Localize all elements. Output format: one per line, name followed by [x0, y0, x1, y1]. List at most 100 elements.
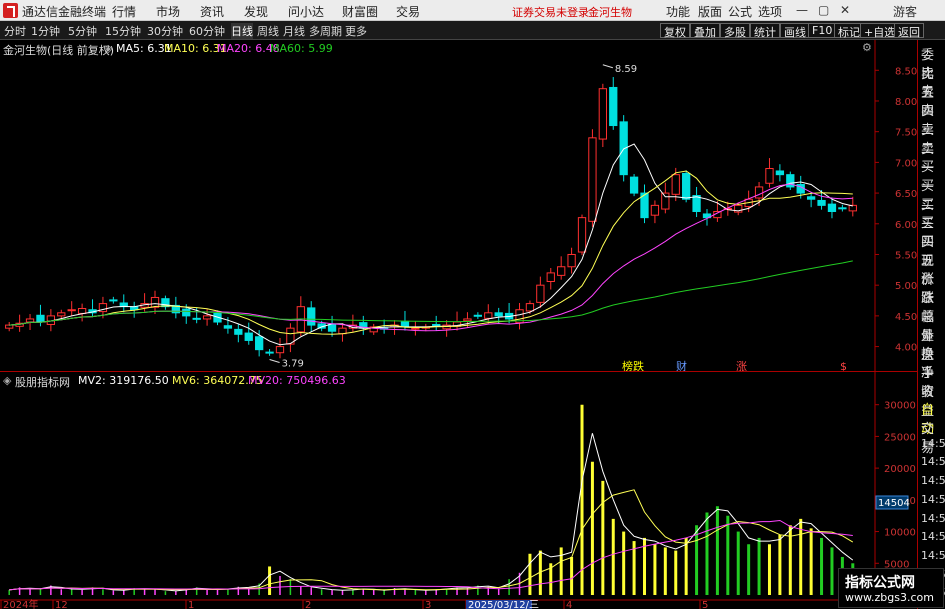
- watermark-url: www.zbgs3.com: [845, 591, 934, 604]
- tool-multi[interactable]: 多股: [720, 23, 750, 39]
- watermark: 指标公式网 www.zbgs3.com: [838, 568, 944, 608]
- price-tick-label: 7.50: [895, 128, 917, 139]
- mv2-line: [9, 433, 854, 592]
- price-tick-label: 5.50: [895, 250, 917, 261]
- candle-body: [275, 346, 285, 354]
- menu-discover[interactable]: 发现: [244, 3, 268, 20]
- period-5min[interactable]: 5分钟: [68, 23, 97, 39]
- volume-legend: ◈ 股朋指标网 MV2: 319176.50 MV6: 364072.75 MV…: [0, 373, 917, 389]
- candle-body: [827, 203, 837, 213]
- menu-market2[interactable]: 市场: [156, 3, 180, 20]
- tool-adjust[interactable]: 复权: [660, 23, 690, 39]
- tool-f10[interactable]: F10: [808, 23, 837, 38]
- candle-body: [567, 253, 576, 268]
- menu-market[interactable]: 行情: [112, 3, 136, 20]
- volume-panel-title: 股朋指标网: [15, 376, 70, 389]
- candle-body: [525, 303, 535, 312]
- price-tick-label: 4.50: [895, 312, 917, 323]
- menu-wealth[interactable]: 财富圈: [342, 3, 378, 20]
- candle-body: [494, 312, 503, 317]
- minimize-icon[interactable]: —: [796, 3, 808, 17]
- period-30min[interactable]: 30分钟: [147, 23, 183, 39]
- mv20-label: MV20: 750496.63: [248, 374, 346, 387]
- candle-body: [671, 174, 680, 195]
- tool-draw[interactable]: 画线: [780, 23, 810, 39]
- period-more[interactable]: 更多: [345, 23, 367, 39]
- low-marker: [269, 358, 280, 363]
- price-tick-label: 4.00: [895, 343, 917, 354]
- candle-body: [400, 320, 410, 327]
- price-tick-label: 6.00: [895, 220, 917, 231]
- candle-body: [327, 323, 337, 332]
- tool-stats[interactable]: 统计: [750, 23, 780, 39]
- menu-news[interactable]: 资讯: [200, 3, 224, 20]
- high-marker: [602, 64, 613, 69]
- x-axis-label: 5: [702, 600, 708, 609]
- side-item: 14:56: [921, 474, 945, 488]
- period-weekly[interactable]: 周线: [257, 23, 279, 39]
- candle-body: [57, 312, 66, 317]
- candle-body: [598, 88, 607, 140]
- menu-function[interactable]: 功能: [666, 3, 690, 20]
- candle-body: [109, 299, 118, 302]
- panel-divider[interactable]: [0, 371, 917, 372]
- menu-trade[interactable]: 交易: [396, 3, 420, 20]
- guest-label[interactable]: 游客: [893, 3, 917, 20]
- current-value-label: 14504: [878, 498, 910, 509]
- expand-icon[interactable]: ◈: [104, 42, 112, 55]
- x-axis-label: 2: [305, 600, 311, 609]
- menu-ask[interactable]: 问小达: [288, 3, 324, 20]
- expand-icon[interactable]: ◈: [3, 374, 11, 387]
- period-multi[interactable]: 多周期: [309, 23, 342, 39]
- price-tick-label: 8.00: [895, 97, 917, 108]
- app-logo-icon: [3, 3, 18, 18]
- candle-body: [463, 318, 472, 322]
- price-panel-title: 金河生物(日线 前复权): [3, 44, 115, 57]
- candle-body: [546, 272, 555, 282]
- mv2-label: MV2: 319176.50: [78, 374, 169, 387]
- candle-body: [577, 217, 587, 253]
- x-axis-label: 2025/03/12/三: [468, 600, 539, 609]
- restore-icon[interactable]: ▢: [818, 3, 829, 17]
- candle-body: [661, 192, 670, 210]
- period-monthly[interactable]: 月线: [283, 23, 305, 39]
- candle-body: [265, 351, 274, 354]
- login-notice[interactable]: 证券交易未登录: [512, 4, 589, 20]
- x-axis-label: 4: [566, 600, 572, 609]
- candle-body: [536, 284, 545, 303]
- x-axis-label: 3: [425, 600, 431, 609]
- watermark-title: 指标公式网: [845, 575, 915, 591]
- settings-icon[interactable]: ⚙: [862, 41, 872, 54]
- chart-canvas[interactable]: 8.50 8.00 7.50 7.00 6.50 6.00 5.50 5.00 4.50 4.00…: [0, 40, 917, 609]
- candle-body: [307, 307, 316, 326]
- period-1min[interactable]: 1分钟: [31, 23, 60, 39]
- period-timeshare[interactable]: 分时: [4, 23, 26, 39]
- candle-body: [234, 328, 243, 335]
- menu-formula[interactable]: 公式: [728, 3, 752, 20]
- ma10-line: [9, 170, 853, 335]
- tool-overlay[interactable]: 叠加: [690, 23, 720, 39]
- period-daily[interactable]: 日线: [231, 23, 253, 39]
- price-tick-label: 5.00: [895, 281, 917, 292]
- period-60min[interactable]: 60分钟: [189, 23, 225, 39]
- tool-back[interactable]: 返回: [894, 23, 924, 39]
- candle-body: [682, 172, 691, 200]
- side-item: 14:56: [921, 530, 945, 544]
- close-icon[interactable]: ✕: [840, 3, 850, 17]
- candle-body: [629, 176, 639, 194]
- candle-body: [36, 314, 45, 323]
- candle-body: [192, 317, 201, 320]
- candle-body: [806, 196, 816, 200]
- candle-body: [775, 170, 785, 176]
- menu-options[interactable]: 选项: [758, 3, 782, 20]
- candle-body: [838, 207, 847, 210]
- candle-body: [432, 323, 441, 326]
- volume-tick-label: 20000: [884, 464, 916, 475]
- x-axis-label: 2024年: [3, 598, 38, 609]
- period-15min[interactable]: 15分钟: [105, 23, 141, 39]
- menu-layout[interactable]: 版面: [698, 3, 722, 20]
- candle-body: [588, 137, 597, 222]
- period-toolbar: 分时 1分钟 5分钟 15分钟 30分钟 60分钟 日线 周线 月线 多周期 更…: [0, 21, 945, 40]
- price-tick-label: 8.50: [895, 66, 917, 77]
- candle-body: [77, 308, 87, 314]
